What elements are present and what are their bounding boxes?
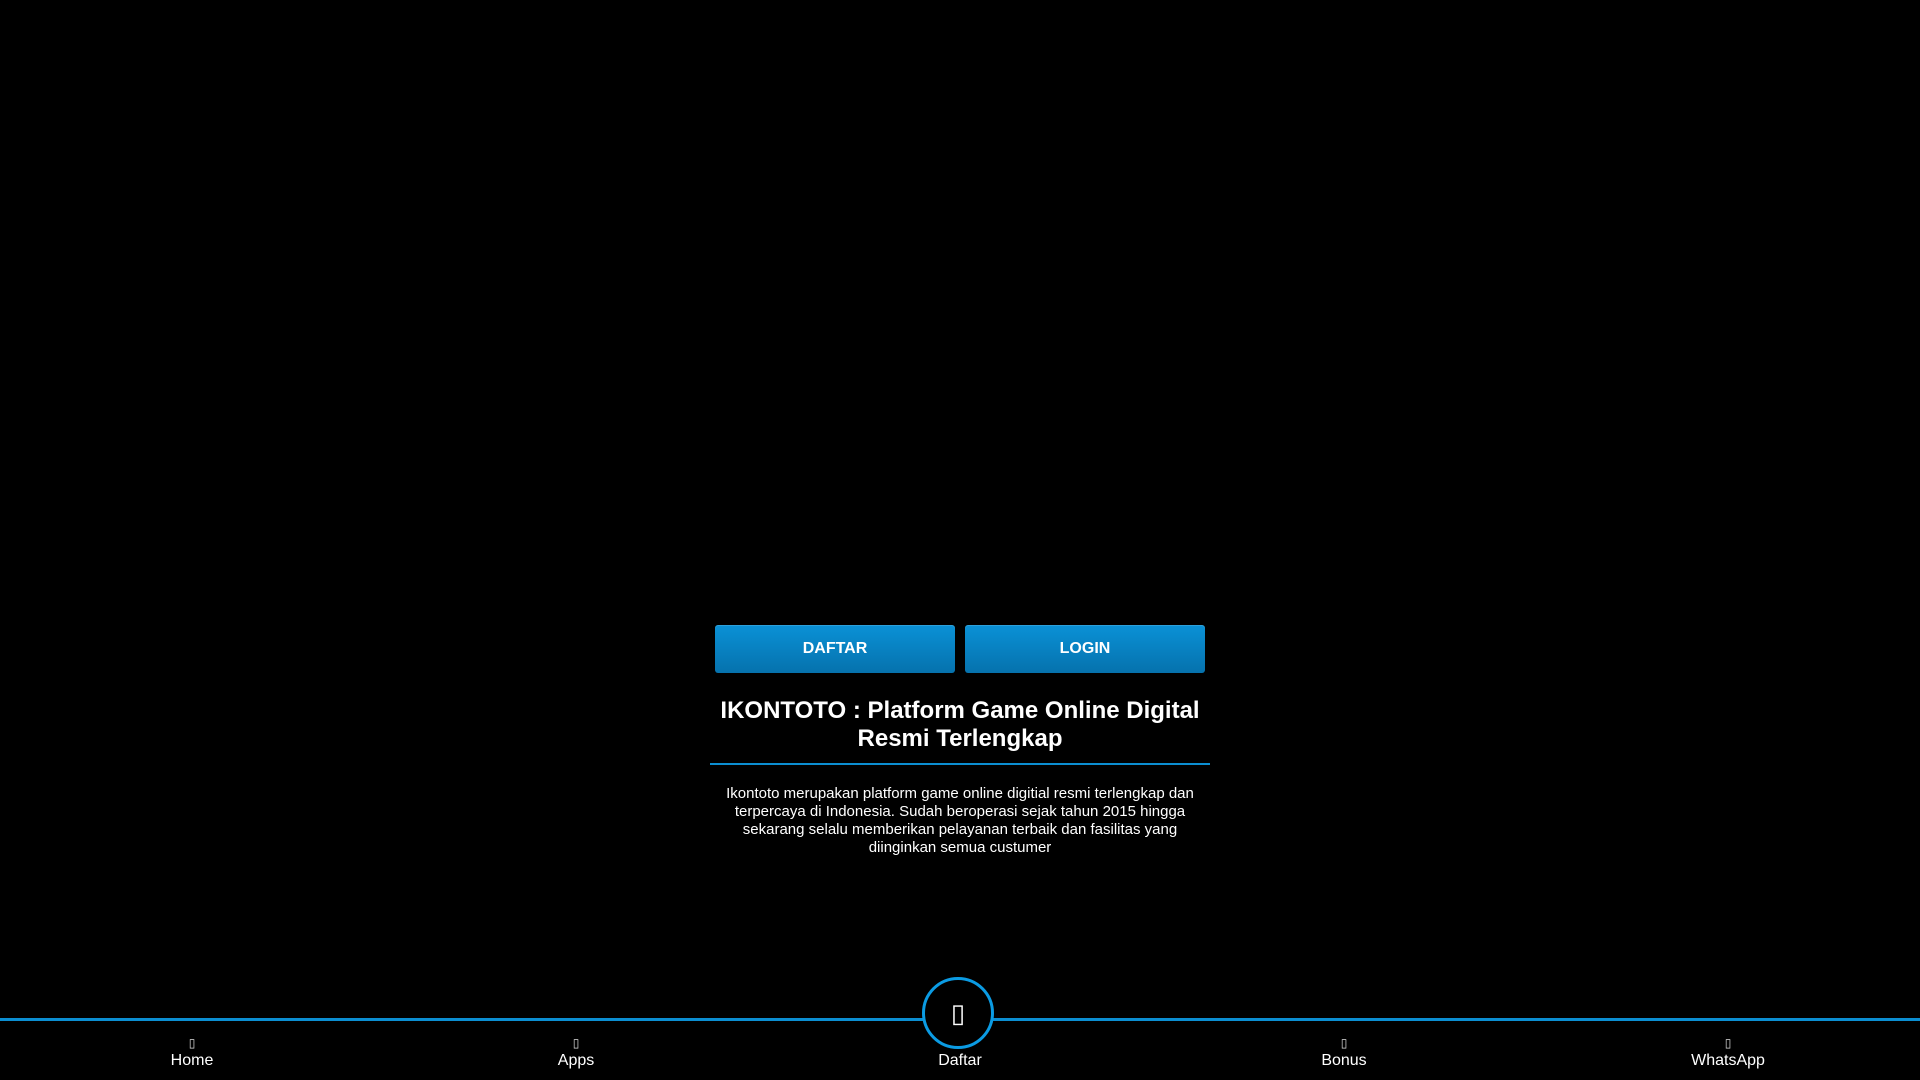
nav-label-bonus: Bonus [1321, 1052, 1367, 1069]
nav-item-home[interactable]: ▯ Home [112, 1035, 272, 1071]
nav-item-apps[interactable]: ▯ Apps [496, 1035, 656, 1071]
login-button[interactable]: LOGIN [965, 625, 1205, 673]
main-content: DAFTAR LOGIN IKONTOTO : Platform Game On… [710, 625, 1210, 857]
nav-label-whatsapp: WhatsApp [1691, 1052, 1765, 1069]
auth-buttons: DAFTAR LOGIN [710, 625, 1210, 673]
user-plus-icon: ▯ [950, 997, 966, 1028]
nav-item-whatsapp[interactable]: ▯ WhatsApp [1648, 1035, 1808, 1071]
page-title: IKONTOTO : Platform Game Online Digital … [710, 697, 1210, 765]
nav-item-bonus[interactable]: ▯ Bonus [1264, 1035, 1424, 1071]
nav-label-apps: Apps [557, 1052, 595, 1069]
hero-image-area [0, 0, 1920, 620]
mobile-icon: ▯ [572, 1036, 580, 1050]
gift-icon: ▯ [1340, 1036, 1348, 1050]
whatsapp-icon: ▯ [1724, 1036, 1732, 1050]
landing-page: DAFTAR LOGIN IKONTOTO : Platform Game On… [0, 0, 1920, 1080]
register-button[interactable]: DAFTAR [715, 625, 955, 673]
home-icon: ▯ [188, 1036, 196, 1050]
register-fab-button[interactable]: ▯ [922, 977, 994, 1049]
page-description: Ikontoto merupakan platform game online … [726, 785, 1194, 856]
nav-label-daftar: Daftar [938, 1052, 982, 1069]
nav-label-home: Home [170, 1052, 214, 1069]
